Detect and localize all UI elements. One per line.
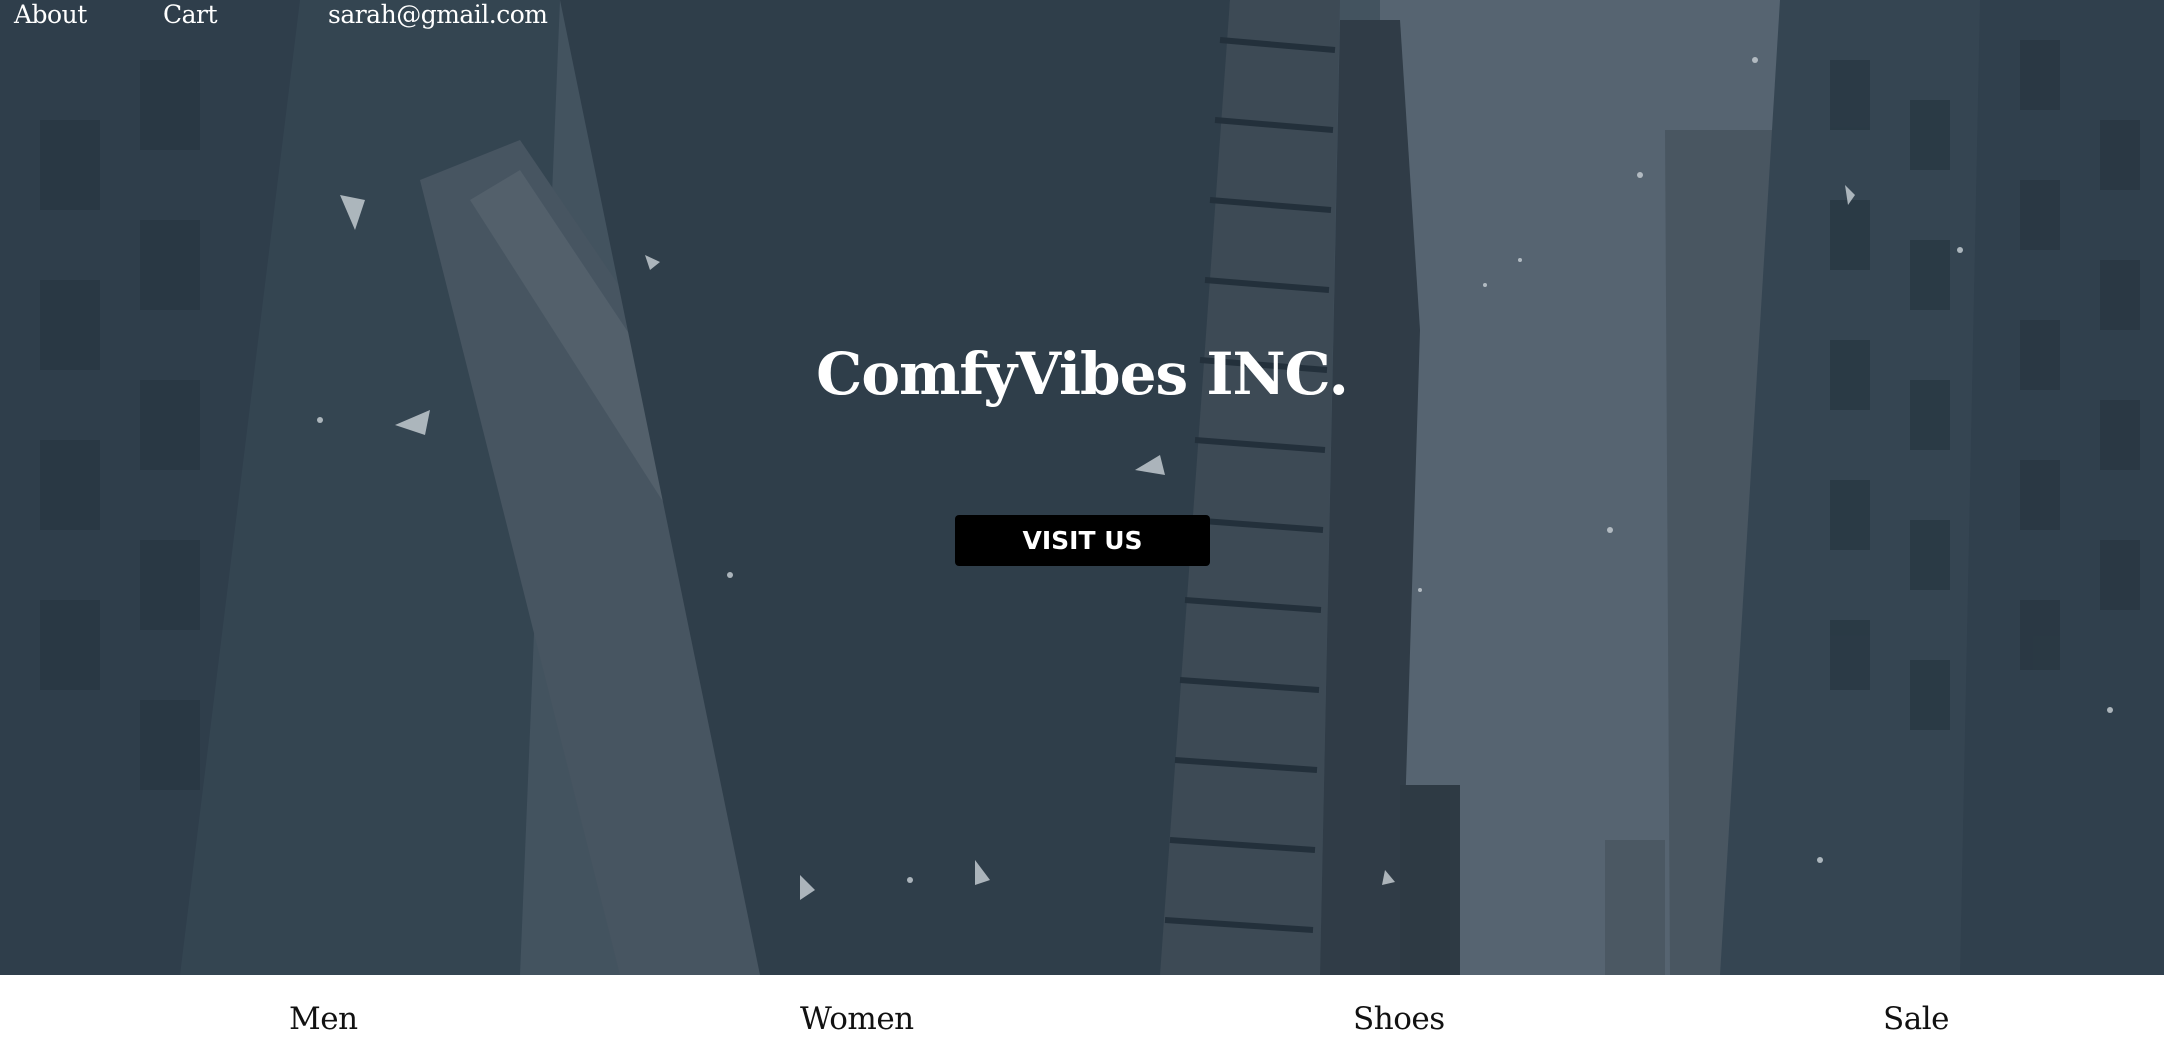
page: About Cart sarah@gmail.com ComfyVibes IN… [0, 0, 2164, 1060]
category-link-sale[interactable]: Sale [1883, 1001, 1949, 1037]
city-buildings-background [0, 0, 2164, 975]
category-link-men[interactable]: Men [289, 1001, 358, 1037]
nav-link-cart[interactable]: Cart [163, 0, 218, 29]
nav-link-about[interactable]: About [14, 0, 87, 29]
nav-link-account-email[interactable]: sarah@gmail.com [328, 0, 548, 29]
hero-title: ComfyVibes INC. [816, 340, 1349, 408]
visit-us-button[interactable]: VISIT US [955, 515, 1210, 566]
category-bar: Men Women Shoes Sale [0, 975, 2164, 1060]
category-link-women[interactable]: Women [800, 1001, 914, 1037]
category-link-shoes[interactable]: Shoes [1353, 1001, 1445, 1037]
hero-banner: About Cart sarah@gmail.com ComfyVibes IN… [0, 0, 2164, 975]
